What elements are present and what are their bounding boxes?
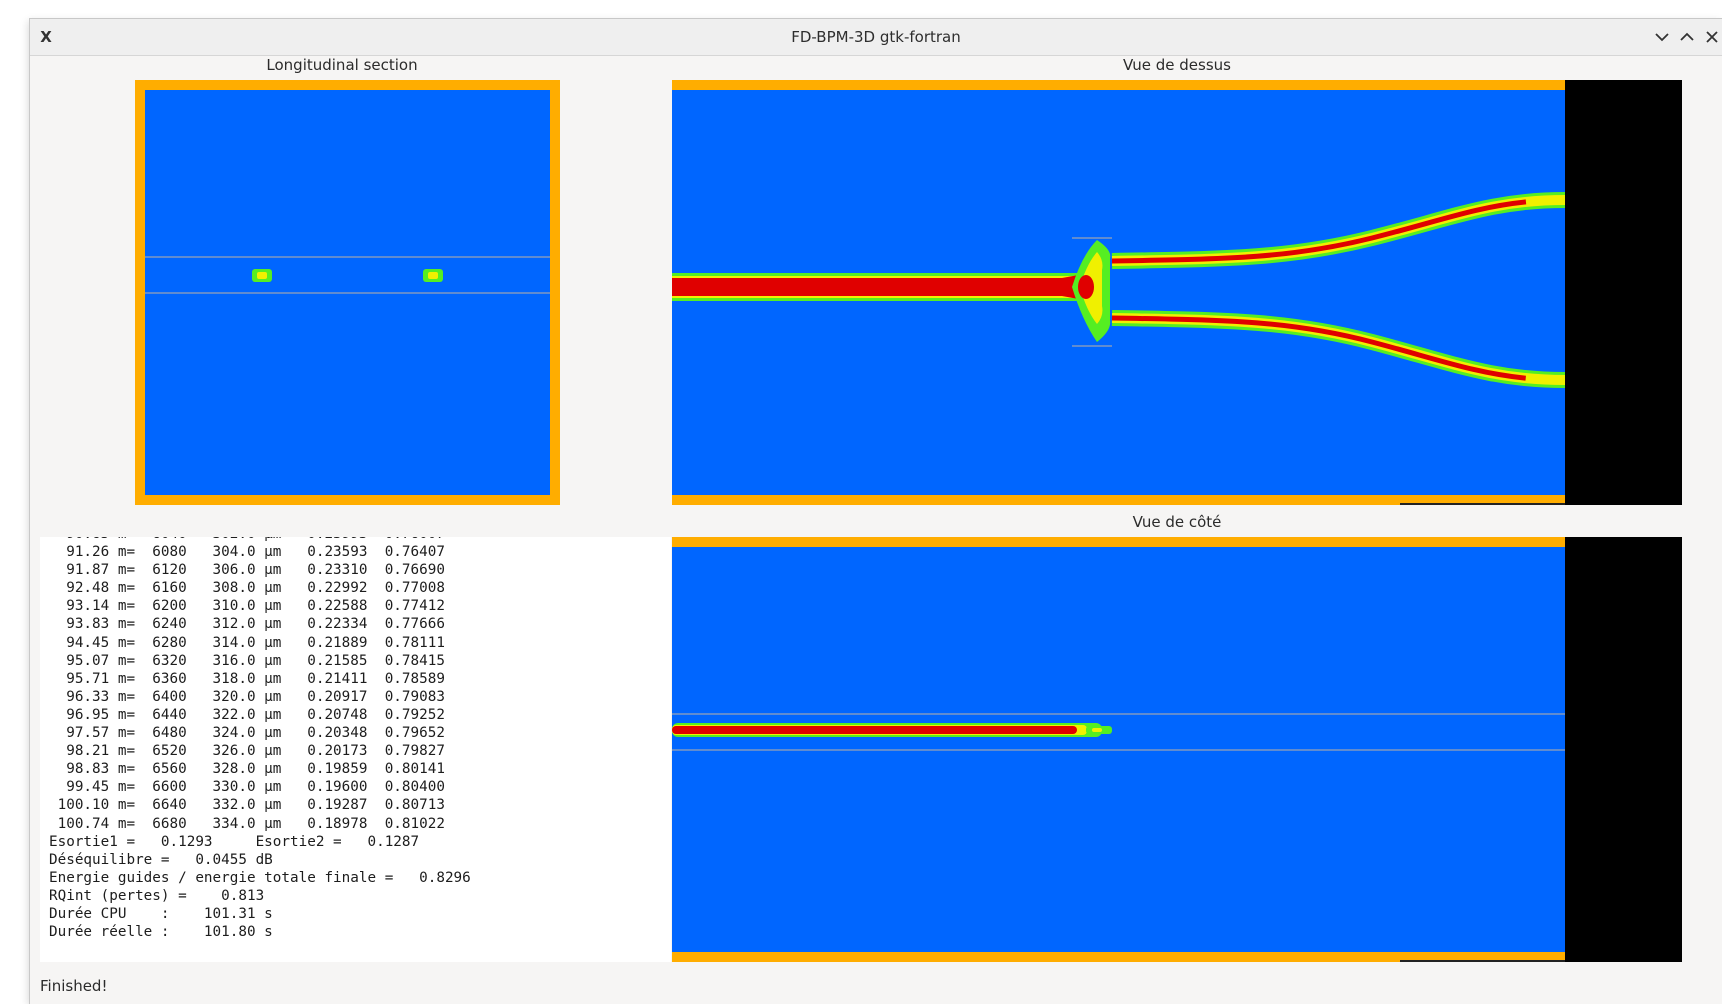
side-view-canvas — [672, 537, 1682, 962]
console-line: Esortie1 = 0.1293 Esortie2 = 0.1287 — [49, 833, 420, 850]
window-title: FD-BPM-3D gtk-fortran — [791, 28, 961, 46]
console-line: 92.48 m= 6160 308.0 µm 0.22992 0.77008 — [49, 580, 445, 597]
close-button[interactable] — [1700, 25, 1722, 49]
console-line: 96.95 m= 6440 322.0 µm 0.20748 0.79252 — [49, 706, 445, 723]
input-waveguide-beam — [672, 273, 1084, 301]
title-bar[interactable]: X FD-BPM-3D gtk-fortran — [30, 19, 1722, 56]
console-line: 97.57 m= 6480 324.0 µm 0.20348 0.79652 — [49, 725, 445, 742]
console-lines: 90.65 m= 6040 302.0 µm 0.23993 0.76007 9… — [40, 537, 471, 941]
side-waveguide-beam — [672, 723, 1112, 737]
console-line: Durée CPU : 101.31 s — [49, 905, 273, 922]
side-view-label: Vue de côté — [1132, 513, 1222, 531]
console-line: Energie guides / energie totale finale =… — [49, 869, 471, 886]
console-line: Durée réelle : 101.80 s — [49, 924, 273, 941]
chevron-up-icon — [1680, 32, 1694, 41]
console-line: 100.74 m= 6680 334.0 µm 0.18978 0.81022 — [49, 815, 445, 832]
console-line: 91.26 m= 6080 304.0 µm 0.23593 0.76407 — [49, 544, 445, 561]
longitudinal-section-canvas — [135, 80, 560, 505]
minimize-button[interactable] — [1650, 25, 1674, 49]
console-line: 93.83 m= 6240 312.0 µm 0.22334 0.77666 — [49, 616, 445, 633]
mode-spot-right — [423, 269, 443, 282]
top-view-canvas — [672, 80, 1682, 505]
mode-spot-left — [252, 269, 272, 282]
status-label: Finished! — [40, 977, 108, 995]
longitudinal-section-label: Longitudinal section — [266, 56, 418, 74]
console-line: 98.21 m= 6520 326.0 µm 0.20173 0.79827 — [49, 743, 445, 760]
console-line: Déséquilibre = 0.0455 dB — [49, 851, 273, 868]
console-line: 95.71 m= 6360 318.0 µm 0.21411 0.78589 — [49, 670, 445, 687]
console-line: 100.10 m= 6640 332.0 µm 0.19287 0.80713 — [49, 797, 445, 814]
maximize-button[interactable] — [1675, 25, 1699, 49]
close-icon — [1706, 31, 1718, 43]
console-line: 95.07 m= 6320 316.0 µm 0.21585 0.78415 — [49, 652, 445, 669]
console-line: 91.87 m= 6120 306.0 µm 0.23310 0.76690 — [49, 562, 445, 579]
desktop-background: X FD-BPM-3D gtk-fortran Longitudinal sec… — [0, 0, 1722, 1004]
console-line: 98.83 m= 6560 328.0 µm 0.19859 0.80141 — [49, 761, 445, 778]
console-line: 93.14 m= 6200 310.0 µm 0.22588 0.77412 — [49, 598, 445, 615]
console-line: 99.45 m= 6600 330.0 µm 0.19600 0.80400 — [49, 779, 445, 796]
console-line: 94.45 m= 6280 314.0 µm 0.21889 0.78111 — [49, 634, 445, 651]
chevron-down-icon — [1655, 33, 1669, 42]
top-view-label: Vue de dessus — [1123, 56, 1231, 74]
console-line: RQint (pertes) = 0.813 — [49, 887, 265, 904]
console-line: 96.33 m= 6400 320.0 µm 0.20917 0.79083 — [49, 688, 445, 705]
application-window: X FD-BPM-3D gtk-fortran Longitudinal sec… — [30, 19, 1722, 1004]
console-output[interactable]: 90.65 m= 6040 302.0 µm 0.23993 0.76007 9… — [40, 537, 671, 962]
